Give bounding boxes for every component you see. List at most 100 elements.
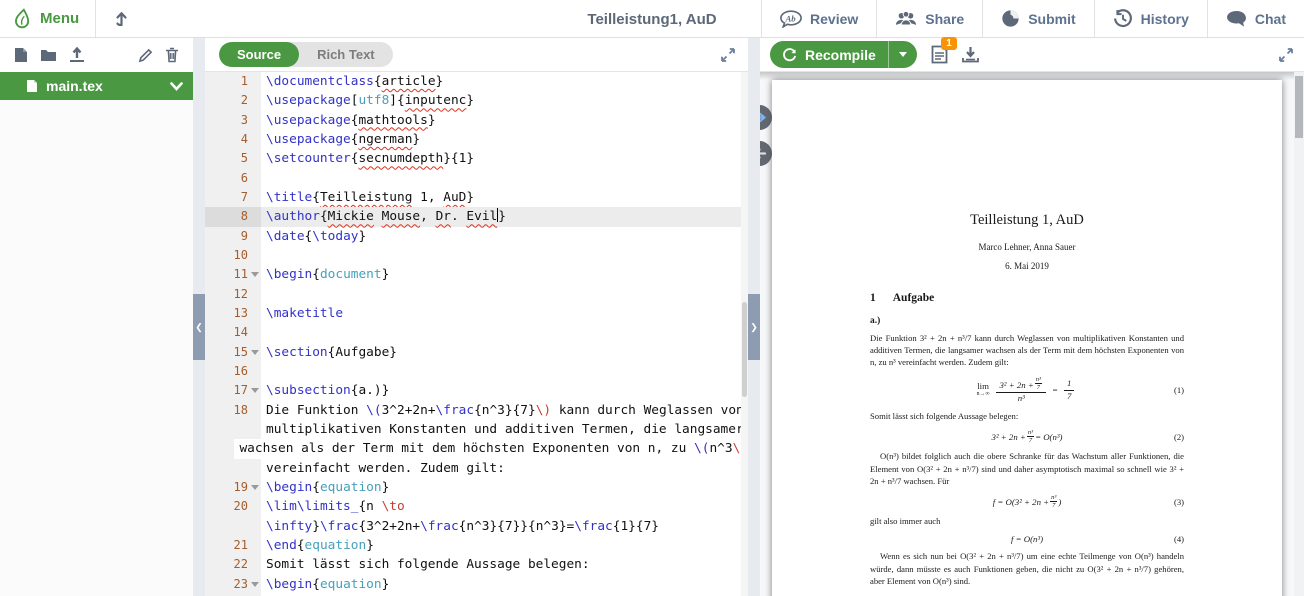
line-gutter[interactable] [205,517,261,536]
line-gutter[interactable]: 9 [205,227,261,246]
line-gutter[interactable]: 10 [205,246,261,265]
fold-arrow-icon[interactable] [251,582,259,587]
sync-to-pdf-button[interactable] [760,105,772,130]
recompile-split-button: Recompile [770,41,917,68]
code-line[interactable]: \infty}\frac{3^2+2n+\frac{n^3}{7}}{n^3}=… [205,517,748,536]
recompile-button[interactable]: Recompile [770,41,888,68]
line-gutter[interactable]: 4 [205,130,261,149]
line-gutter[interactable]: 12 [205,285,261,304]
code-line[interactable]: 19\begin{equation} [205,478,748,497]
line-gutter[interactable]: 8 [205,207,261,226]
line-gutter[interactable]: 17 [205,381,261,400]
download-pdf-button[interactable] [962,46,979,63]
code-line[interactable]: 11\begin{document} [205,265,748,284]
fold-arrow-icon[interactable] [251,388,259,393]
code-line[interactable]: 4\usepackage{ngerman} [205,130,748,149]
line-gutter[interactable]: 20 [205,497,261,516]
code-line[interactable]: 23\begin{equation} [205,575,748,594]
code-line[interactable]: 1\documentclass{article} [205,72,748,91]
upload-icon[interactable] [63,47,91,63]
new-file-icon[interactable] [8,47,34,63]
code-line[interactable]: 5\setcounter{secnumdepth}{1} [205,149,748,168]
editor-scrollbar[interactable] [741,72,748,596]
line-gutter[interactable]: 6 [205,169,261,188]
code-line[interactable]: 21\end{equation} [205,536,748,555]
pdf-scrollbar-thumb[interactable] [1295,76,1303,138]
code-line[interactable]: 17\subsection{a.)} [205,381,748,400]
pdf-scrollbar[interactable] [1294,72,1304,596]
line-gutter[interactable] [205,420,261,439]
line-gutter[interactable]: 7 [205,188,261,207]
code-line[interactable]: vereinfacht werden. Zudem gilt: [205,459,748,478]
rename-pencil-icon[interactable] [132,48,159,63]
code-line[interactable]: 13\maketitle [205,304,748,323]
code-line[interactable]: 22Somit lässt sich folgende Aussage bele… [205,555,748,574]
line-gutter[interactable]: 18 [205,401,261,420]
pdf-paragraph-1: Die Funktion 3² + 2n + n³/7 kann durch W… [870,332,1184,369]
code-line[interactable]: 16 [205,362,748,381]
editor-scrollbar-thumb[interactable] [742,302,747,397]
code-area[interactable]: 1\documentclass{article}2\usepackage[utf… [205,72,748,596]
line-gutter[interactable]: 22 [205,555,261,574]
fold-arrow-icon[interactable] [251,272,259,277]
file-item-main-tex[interactable]: main.tex [0,72,193,100]
mode-toggle: Source Rich Text [219,42,393,67]
code-line[interactable]: 6 [205,169,748,188]
code-line[interactable]: 2\usepackage[utf8]{inputenc} [205,91,748,110]
filetree-resizer[interactable]: ❮ [193,38,205,596]
code-line[interactable]: 15\section{Aufgabe} [205,343,748,362]
line-gutter[interactable]: 11 [205,265,261,284]
share-label: Share [925,11,964,27]
code-line[interactable]: wachsen als der Term mit dem höchsten Ex… [205,439,748,458]
logs-button[interactable]: 1 [931,45,948,64]
code-line[interactable]: 3\usepackage{mathtools} [205,111,748,130]
line-gutter[interactable]: 5 [205,149,261,168]
line-gutter[interactable]: 3 [205,111,261,130]
line-gutter[interactable]: 14 [205,323,261,342]
menu-button[interactable]: Menu [0,8,95,29]
pdf-paragraph-3: O(n³) bildet folglich auch die obere Sch… [870,450,1184,487]
submit-label: Submit [1028,11,1075,27]
tab-rich-text[interactable]: Rich Text [299,42,393,67]
line-gutter[interactable]: 16 [205,362,261,381]
code-line[interactable]: multiplikativen Konstanten und additiven… [205,420,748,439]
pdf-viewer[interactable]: Teilleistung 1, AuD Marco Lehner, Anna S… [760,72,1304,596]
line-gutter[interactable]: 15 [205,343,261,362]
line-gutter[interactable] [205,439,234,458]
new-folder-icon[interactable] [34,48,63,62]
sync-to-code-button[interactable] [760,141,772,166]
editor-fullscreen-icon[interactable] [720,47,736,63]
line-gutter[interactable]: 21 [205,536,261,555]
code-line[interactable]: 12 [205,285,748,304]
filetree-collapse-handle[interactable]: ❮ [193,294,205,360]
line-gutter[interactable]: 19 [205,478,261,497]
history-button[interactable]: History [1094,0,1207,37]
chevron-down-icon[interactable] [170,82,183,91]
line-gutter[interactable]: 1 [205,72,261,91]
share-button[interactable]: Share [876,0,982,37]
line-gutter[interactable]: 23 [205,575,261,594]
editor-pdf-resizer[interactable]: ❯ [748,38,760,596]
tab-source[interactable]: Source [219,42,299,67]
code-line[interactable]: 7\title{Teilleistung 1, AuD} [205,188,748,207]
fold-arrow-icon[interactable] [251,485,259,490]
code-line[interactable]: 18Die Funktion \(3^2+2n+\frac{n^3}{7}\) … [205,401,748,420]
submit-button[interactable]: Submit [982,0,1093,37]
line-gutter[interactable]: 13 [205,304,261,323]
code-line[interactable]: 14 [205,323,748,342]
editor-pdf-handle[interactable]: ❯ [748,294,760,360]
code-line[interactable]: 8\author{Mickie Mouse, Dr. Evil} [205,207,748,226]
line-gutter[interactable]: 2 [205,91,261,110]
recompile-dropdown-caret[interactable] [888,41,917,68]
up-arrow-button[interactable] [96,10,147,27]
delete-trash-icon[interactable] [159,47,185,63]
code-line[interactable]: 10 [205,246,748,265]
code-line[interactable]: 9\date{\today} [205,227,748,246]
review-button[interactable]: Ab Review [761,0,876,37]
pdf-date: 6. Mai 2019 [870,261,1184,271]
code-line[interactable]: 20\lim\limits_{n \to [205,497,748,516]
pdf-fullscreen-icon[interactable] [1278,47,1294,63]
fold-arrow-icon[interactable] [251,350,259,355]
line-gutter[interactable] [205,459,261,478]
chat-button[interactable]: Chat [1207,0,1304,37]
